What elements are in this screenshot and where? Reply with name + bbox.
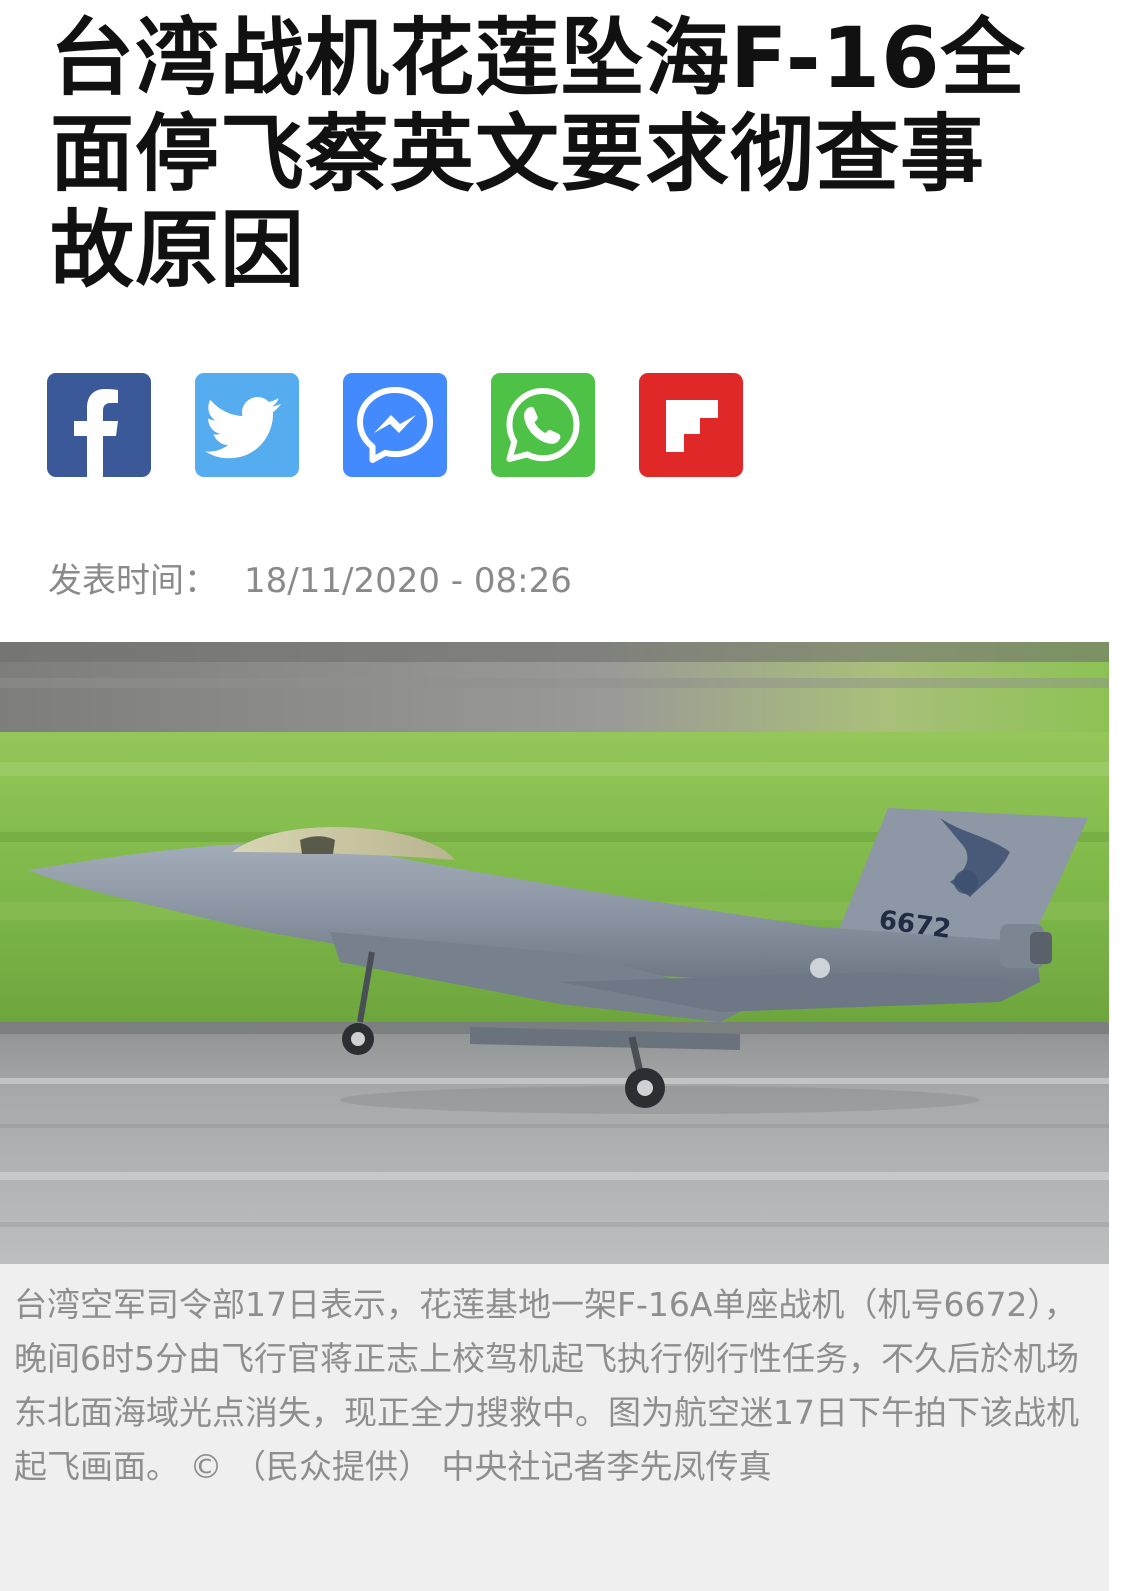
flipboard-icon (666, 400, 718, 452)
share-twitter-button[interactable] (195, 373, 299, 477)
whatsapp-icon (506, 388, 580, 462)
twitter-icon (205, 397, 281, 459)
photo-caption-box: 台湾空军司令部17日表示，花莲基地一架F-16A单座战机（机号6672），晚间6… (0, 1264, 1109, 1591)
photo-caption: 台湾空军司令部17日表示，花莲基地一架F-16A单座战机（机号6672），晚间6… (14, 1285, 1079, 1486)
messenger-icon (357, 387, 433, 463)
article-headline: 台湾战机花莲坠海F-16全面停飞蔡英文要求彻查事故原因 (50, 9, 1026, 299)
share-bar (47, 373, 743, 477)
f16-takeoff-photo: 6672 (0, 642, 1109, 1264)
facebook-icon (74, 389, 118, 477)
published-timestamp: 18/11/2020 - 08:26 (244, 561, 572, 601)
share-whatsapp-button[interactable] (491, 373, 595, 477)
article-photo: 6672 (0, 642, 1109, 1264)
share-facebook-button[interactable] (47, 373, 151, 477)
publish-info: 发表时间： 18/11/2020 - 08:26 (48, 553, 572, 602)
published-label: 发表时间： (48, 561, 218, 601)
share-flipboard-button[interactable] (639, 373, 743, 477)
share-messenger-button[interactable] (343, 373, 447, 477)
